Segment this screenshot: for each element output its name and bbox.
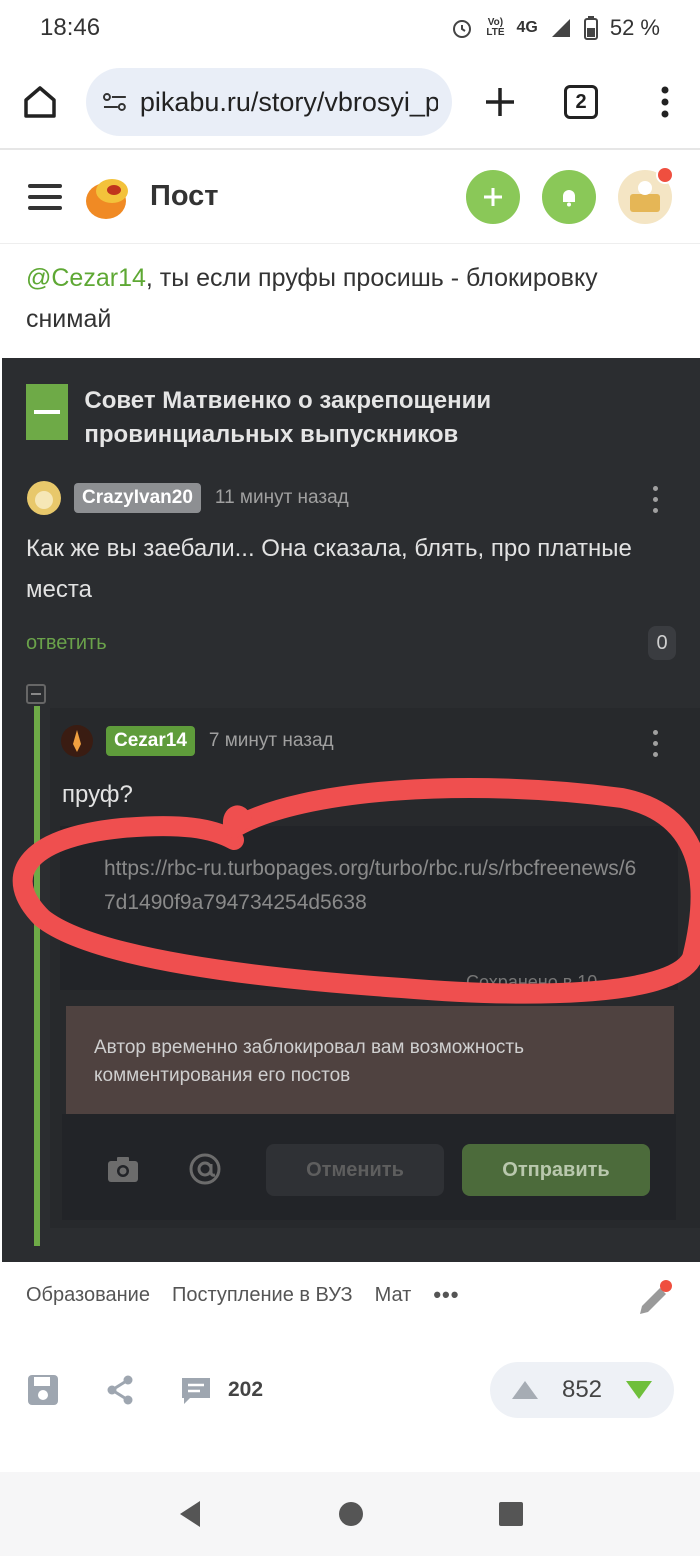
- post-title-row: Совет Матвиенко о закрепощении провинциа…: [26, 384, 680, 452]
- upvote-icon[interactable]: [510, 1379, 540, 1401]
- post-title: Совет Матвиенко о закрепощении провинциа…: [84, 387, 492, 448]
- reply-text: пруф?: [62, 781, 133, 808]
- downvote-icon[interactable]: [624, 1379, 654, 1401]
- recents-icon[interactable]: [498, 1501, 524, 1527]
- battery-icon: [583, 16, 598, 40]
- collapse-thread-icon: [26, 684, 46, 704]
- system-nav-bar: [0, 1472, 700, 1556]
- collapse-post-icon: [26, 384, 69, 440]
- rating-value: 852: [561, 1376, 603, 1403]
- alarm-icon: [453, 20, 472, 38]
- home-icon[interactable]: [16, 78, 64, 126]
- page-title: Пост: [150, 180, 219, 212]
- comment-time: 11 минут назад: [214, 487, 349, 508]
- comment-menu-icon: [653, 486, 658, 513]
- camera-icon: [108, 1157, 138, 1182]
- app-header: Пост: [0, 150, 700, 244]
- tag-education[interactable]: Образование: [26, 1284, 150, 1307]
- share-icon[interactable]: [104, 1374, 136, 1406]
- lte-label: LTE: [486, 27, 505, 38]
- comments-icon[interactable]: [180, 1374, 212, 1406]
- add-post-button[interactable]: [466, 169, 520, 224]
- reply-author-name: Cezar14: [106, 726, 195, 756]
- notifications-button[interactable]: [542, 169, 596, 224]
- comments-count: 202: [228, 1378, 264, 1401]
- bell-icon: [563, 189, 575, 206]
- tab-switcher-button[interactable]: 2: [564, 85, 598, 119]
- thread-line: [34, 706, 40, 1246]
- rating-widget: 852: [490, 1362, 674, 1418]
- url-text: pikabu.ru/story/vbrosyi_p: [139, 86, 438, 117]
- comment-text: Как же вы заебали... Она сказала, блять,…: [26, 535, 632, 603]
- signal-icon: [551, 19, 570, 37]
- address-bar[interactable]: pikabu.ru/story/vbrosyi_p: [86, 68, 452, 136]
- tag-profanity[interactable]: Мат: [375, 1284, 412, 1307]
- comment-text: @Cezar14, ты если пруфы просишь - блокир…: [26, 258, 676, 340]
- menu-kebab-icon[interactable]: [660, 84, 670, 120]
- tag-admission[interactable]: Поступление в ВУЗ: [172, 1284, 353, 1307]
- saved-label: Сохранено в 10: [466, 972, 598, 992]
- pikabu-logo[interactable]: [84, 173, 132, 221]
- clock: 18:46: [40, 14, 101, 41]
- status-bar: 18:46 Vo) LTE 4G 52 %: [0, 0, 700, 56]
- tag-list: Образование Поступление в ВУЗ Мат •••: [26, 1282, 459, 1308]
- send-button: Отправить: [462, 1144, 650, 1196]
- new-tab-icon[interactable]: [482, 84, 518, 120]
- reply-avatar: [61, 725, 93, 757]
- mention-icon: [189, 1153, 221, 1185]
- user-avatar[interactable]: [618, 165, 674, 224]
- home-nav-icon[interactable]: [337, 1500, 365, 1528]
- back-icon[interactable]: [176, 1499, 204, 1529]
- link-url: https://rbc-ru.turbopages.org/turbo/rbc.…: [104, 857, 637, 914]
- commenter-avatar: [27, 481, 61, 515]
- browser-toolbar: pikabu.ru/story/vbrosyi_p 2: [0, 56, 700, 150]
- commenter-name: CrazyIvan20: [74, 483, 201, 513]
- reply-menu-icon: [653, 730, 658, 757]
- embedded-screenshot: Совет Матвиенко о закрепощении провинциа…: [2, 358, 700, 1262]
- plus-icon: [484, 187, 502, 206]
- user-mention-link[interactable]: @Cezar14: [26, 264, 146, 292]
- comment-header: CrazyIvan20 11 минут назад: [26, 480, 349, 516]
- replies-count-badge: 0: [648, 626, 676, 660]
- edit-tags-pencil-icon[interactable]: [634, 1280, 674, 1320]
- reply-time: 7 минут назад: [208, 730, 334, 751]
- notification-dot: [656, 165, 674, 184]
- save-icon[interactable]: [26, 1373, 60, 1407]
- blocked-notice: Автор временно заблокировал вам возможно…: [66, 1006, 674, 1114]
- battery-level: 52 %: [609, 15, 660, 40]
- reply-header: Cezar14 7 минут назад: [60, 724, 334, 758]
- reply-link: ответить: [26, 632, 107, 654]
- more-tags-button[interactable]: •••: [433, 1282, 459, 1308]
- hamburger-menu-icon[interactable]: [28, 183, 62, 210]
- cancel-button: Отменить: [266, 1144, 444, 1196]
- site-settings-icon[interactable]: [100, 87, 130, 117]
- network-type: 4G: [516, 19, 538, 36]
